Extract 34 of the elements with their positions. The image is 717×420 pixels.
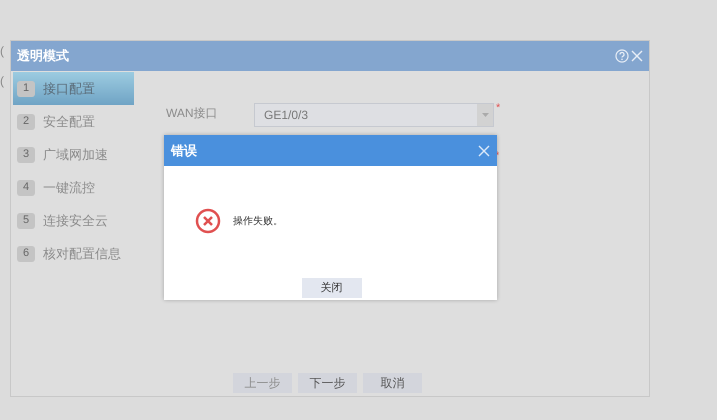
wizard-step[interactable]: 2 安全配置 <box>13 105 134 138</box>
wizard-button[interactable]: 取消 <box>363 373 422 393</box>
field-label: WAN接口 <box>166 105 219 122</box>
wizard-step[interactable]: 1 接口配置 <box>13 72 134 105</box>
step-number: 3 <box>17 146 35 162</box>
background-text: ( <box>0 73 4 90</box>
step-number: 6 <box>17 246 35 262</box>
dialog-title: 错误 <box>171 142 197 160</box>
wizard-step[interactable]: 6 核对配置信息 <box>13 237 134 270</box>
close-button[interactable]: 关闭 <box>302 278 362 298</box>
step-label: 一键流控 <box>43 178 95 197</box>
step-label: 核对配置信息 <box>43 244 121 263</box>
step-label: 安全配置 <box>43 112 95 131</box>
wizard-step[interactable]: 3 广域网加速 <box>13 138 134 171</box>
caret-icon <box>482 113 488 117</box>
step-number: 4 <box>17 180 35 196</box>
window-title: 透明模式 <box>17 47 69 66</box>
step-label: 广域网加速 <box>43 146 108 164</box>
step-number: 5 <box>17 212 35 228</box>
step-number: 2 <box>17 114 35 130</box>
error-message: 操作失败。 <box>233 214 283 228</box>
close-icon[interactable] <box>631 50 643 62</box>
background-text: ( <box>0 43 4 60</box>
step-label: 接口配置 <box>43 80 95 98</box>
close-icon[interactable] <box>478 144 490 156</box>
wizard-step[interactable]: 5 连接安全云 <box>13 204 134 237</box>
step-label: 连接安全云 <box>43 212 108 230</box>
required-mark: * <box>496 103 500 114</box>
help-icon[interactable] <box>615 49 629 63</box>
step-number: 1 <box>17 80 35 96</box>
wizard-button[interactable]: 下一步 <box>298 373 357 393</box>
error-icon <box>195 208 221 234</box>
wizard-step[interactable]: 4 一键流控 <box>13 171 134 204</box>
wan-select[interactable]: GE1/0/3 <box>254 103 494 127</box>
